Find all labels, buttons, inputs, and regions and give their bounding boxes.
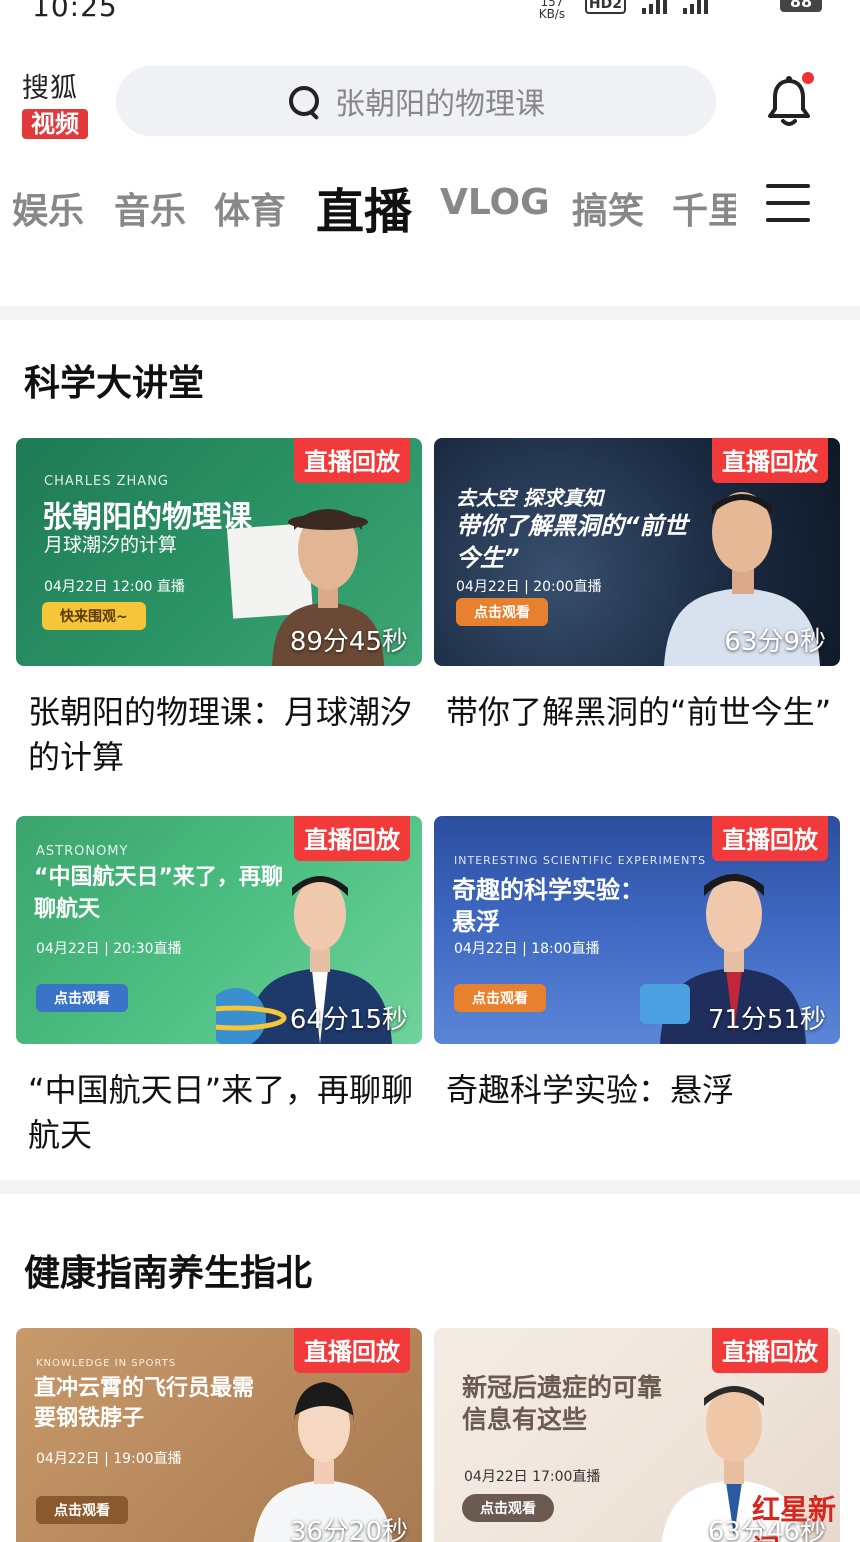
category-tabs: 娱乐 音乐 体育 直播 VLOG 搞笑 千里 [0, 172, 860, 240]
replay-badge: 直播回放 [294, 1328, 410, 1373]
tab-yule[interactable]: 娱乐 [12, 182, 84, 234]
bell-icon [768, 76, 810, 126]
video-duration: 63分9秒 [724, 627, 826, 657]
section-divider [0, 1180, 860, 1194]
video-thumbnail[interactable]: ASTRONOMY “中国航天日”来了，再聊聊航天 04月22日 | 20:30… [16, 816, 422, 1044]
tab-yinyue[interactable]: 音乐 [114, 182, 186, 234]
tab-zhibo[interactable]: 直播 [316, 172, 412, 242]
section-divider [0, 306, 860, 320]
video-duration: 64分15秒 [289, 1005, 408, 1035]
video-thumbnail[interactable]: 去太空 探求真知 带你了解黑洞的“前世今生” 04月22日 | 20:00直播 … [434, 438, 840, 666]
battery-icon: 88 [780, 0, 822, 12]
hd-icon: HD2 [584, 0, 626, 14]
replay-badge: 直播回放 [712, 816, 828, 861]
clipped-previous-row [0, 240, 860, 264]
video-title[interactable]: 带你了解黑洞的“前世今生” [446, 690, 836, 735]
replay-badge: 直播回放 [712, 1328, 828, 1373]
replay-badge: 直播回放 [294, 438, 410, 483]
video-duration: 36分20秒 [289, 1517, 408, 1542]
notification-button[interactable] [766, 72, 814, 128]
video-thumbnail[interactable]: CHARLES ZHANG 张朝阳的物理课 月球潮汐的计算 04月22日 12:… [16, 438, 422, 666]
replay-badge: 直播回放 [294, 816, 410, 861]
status-bar: 10:25 157 KB/s HD2 5G 4G 88 [0, 0, 860, 23]
video-title[interactable]: “中国航天日”来了，再聊聊航天 [28, 1068, 418, 1158]
replay-badge: 直播回放 [712, 438, 828, 483]
notification-dot [802, 72, 814, 84]
watermark-logo: 红星新闻 [752, 1493, 837, 1542]
status-time: 10:25 [32, 0, 118, 23]
sohu-video-logo[interactable]: 搜狐 视频 [22, 66, 88, 139]
logo-text-top: 搜狐 [22, 73, 78, 104]
network-speed: 157 KB/s [538, 0, 566, 21]
menu-icon[interactable] [766, 184, 810, 222]
tab-qianli[interactable]: 千里 [672, 182, 736, 234]
search-bar[interactable]: 张朝阳的物理课 [116, 66, 716, 136]
video-card[interactable]: ASTRONOMY “中国航天日”来了，再聊聊航天 04月22日 | 20:30… [16, 816, 422, 1168]
video-title[interactable]: 奇趣科学实验：悬浮 [446, 1068, 836, 1113]
video-thumbnail[interactable]: KNOWLEDGE IN SPORTS 直冲云霄的飞行员最需要钢铁脖子 04月2… [16, 1328, 422, 1542]
video-card[interactable]: CHARLES ZHANG 张朝阳的物理课 月球潮汐的计算 04月22日 12:… [16, 438, 422, 790]
section-title-health: 健康指南养生指北 [24, 1253, 313, 1294]
video-duration: 71分51秒 [707, 1005, 826, 1035]
tab-vlog[interactable]: VLOG [440, 182, 550, 223]
tab-gaoxiao[interactable]: 搞笑 [572, 182, 644, 234]
search-icon [287, 84, 321, 118]
video-title[interactable]: 张朝阳的物理课：月球潮汐的计算 [28, 690, 418, 780]
logo-text-bottom: 视频 [22, 109, 88, 139]
video-duration: 89分45秒 [289, 627, 408, 657]
video-card[interactable]: INTERESTING SCIENTIFIC EXPERIMENTS 奇趣的科学… [434, 816, 840, 1168]
status-icons: 157 KB/s HD2 5G 4G 88 [535, 0, 822, 21]
search-input[interactable]: 张朝阳的物理课 [335, 79, 545, 123]
video-card[interactable]: 去太空 探求真知 带你了解黑洞的“前世今生” 04月22日 | 20:00直播 … [434, 438, 840, 790]
signal-icon: 5G [640, 0, 667, 14]
wifi-icon [724, 0, 750, 14]
video-card[interactable]: KNOWLEDGE IN SPORTS 直冲云霄的飞行员最需要钢铁脖子 04月2… [16, 1328, 422, 1542]
video-thumbnail[interactable]: INTERESTING SCIENTIFIC EXPERIMENTS 奇趣的科学… [434, 816, 840, 1044]
section-title-science: 科学大讲堂 [24, 363, 205, 404]
tab-tiyu[interactable]: 体育 [214, 182, 286, 234]
signal-icon-2: 4G [681, 0, 708, 14]
